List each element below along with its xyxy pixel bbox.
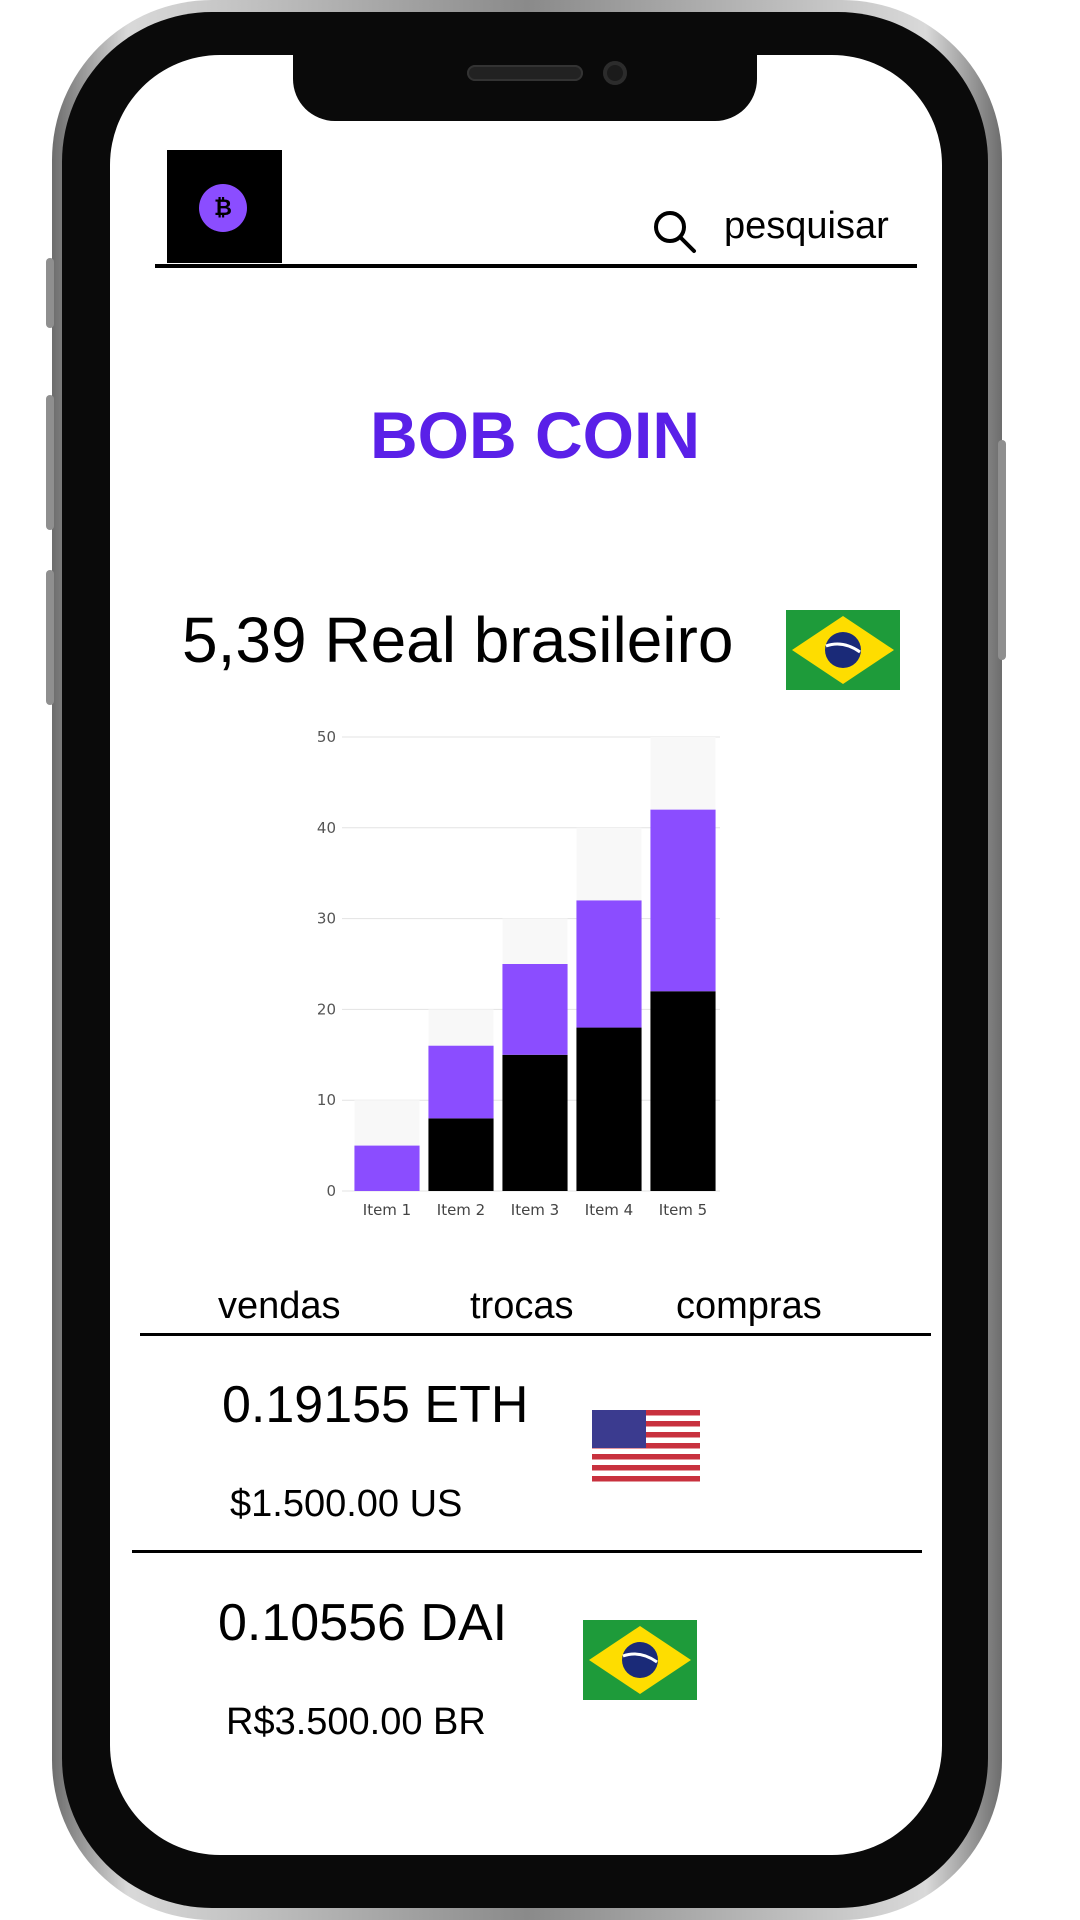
x-tick-label: Item 3 <box>511 1201 559 1219</box>
volume-up-button <box>46 395 54 530</box>
y-tick-label: 10 <box>317 1091 336 1109</box>
row-divider <box>132 1550 922 1553</box>
search-input[interactable]: pesquisar <box>724 205 889 248</box>
bar-background <box>650 737 716 810</box>
brazil-flag-icon <box>583 1620 697 1700</box>
bar-segment <box>428 1045 494 1119</box>
volume-down-button <box>46 570 54 705</box>
search-icon[interactable] <box>650 207 698 255</box>
tab-trocas[interactable]: trocas <box>470 1285 573 1328</box>
tab-compras[interactable]: compras <box>676 1285 822 1328</box>
tab-bar: vendas trocas compras <box>110 1285 942 1335</box>
brl-value: R$3.500.00 BR <box>226 1701 486 1743</box>
bar-segment <box>650 809 716 992</box>
bar-segment <box>576 1027 642 1191</box>
phone-screen: ₿ pesquisar BOB COIN 5,39 Real brasileir… <box>110 55 942 1855</box>
stacked-bar-chart: 0 10 20 30 40 50 Item 1 Item 2 Item 3 Item 4 Item … <box>317 728 720 1219</box>
x-tick-label: Item 2 <box>437 1201 485 1219</box>
app-logo[interactable]: ₿ <box>167 150 282 263</box>
notch <box>293 55 757 121</box>
bar-segment <box>354 1145 420 1191</box>
y-tick-label: 40 <box>317 819 336 837</box>
tabs-divider <box>140 1333 931 1336</box>
bar-background <box>502 918 568 964</box>
tab-vendas[interactable]: vendas <box>218 1285 341 1328</box>
usd-value: $1.500.00 US <box>230 1483 463 1525</box>
y-tick-label: 30 <box>317 910 336 928</box>
bar-background <box>576 827 642 901</box>
exchange-rate: 5,39 Real brasileiro <box>182 604 734 676</box>
speaker-grill <box>467 65 583 81</box>
x-tick-label: Item 5 <box>659 1201 707 1219</box>
us-flag-icon <box>592 1410 700 1482</box>
bar-segment <box>428 1118 494 1191</box>
power-button <box>998 440 1006 660</box>
page-title: BOB COIN <box>370 398 700 472</box>
y-tick-label: 20 <box>317 1000 336 1018</box>
bar-background <box>428 1009 494 1046</box>
y-tick-label: 0 <box>326 1182 336 1200</box>
brazil-flag-icon <box>786 610 900 690</box>
bar-segment <box>576 900 642 1028</box>
front-camera <box>603 61 627 85</box>
x-tick-label: Item 4 <box>585 1201 633 1219</box>
bitcoin-icon: ₿ <box>199 184 247 232</box>
bar-segment <box>502 1054 568 1191</box>
mute-switch <box>46 258 54 328</box>
x-tick-label: Item 1 <box>363 1201 411 1219</box>
bar-segment <box>502 964 568 1055</box>
bar-segment <box>650 991 716 1191</box>
eth-amount: 0.19155 ETH <box>222 1376 529 1434</box>
bar-background <box>354 1100 420 1146</box>
dai-amount: 0.10556 DAI <box>218 1594 508 1652</box>
y-tick-label: 50 <box>317 728 336 746</box>
header-divider <box>155 264 917 268</box>
